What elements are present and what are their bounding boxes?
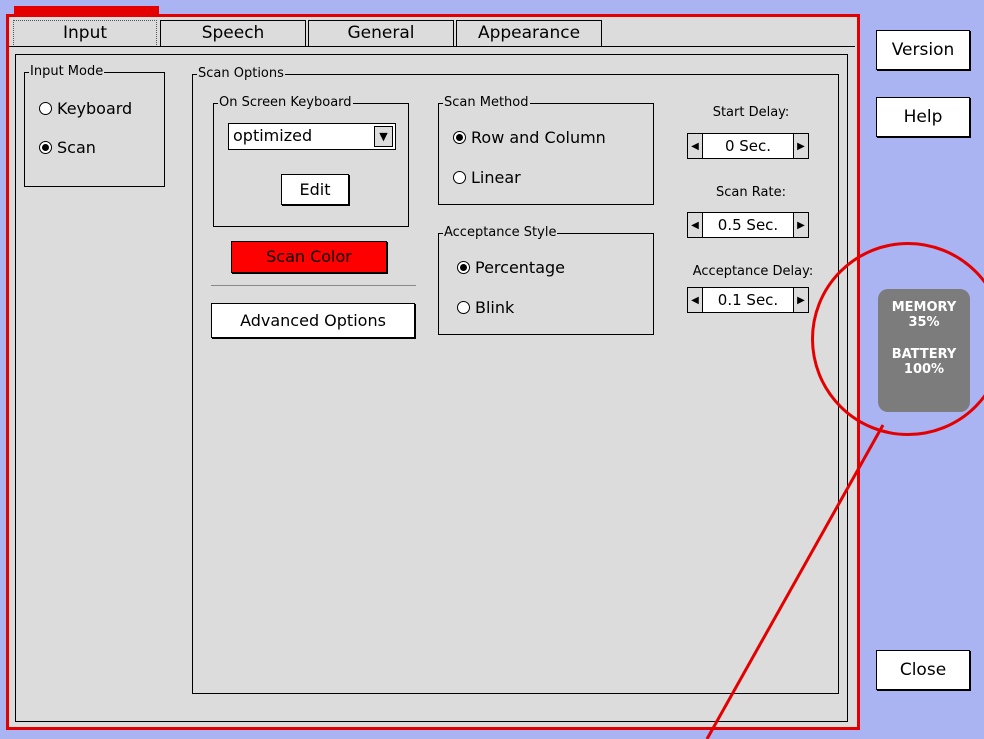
annotation-pointer: [705, 424, 885, 739]
